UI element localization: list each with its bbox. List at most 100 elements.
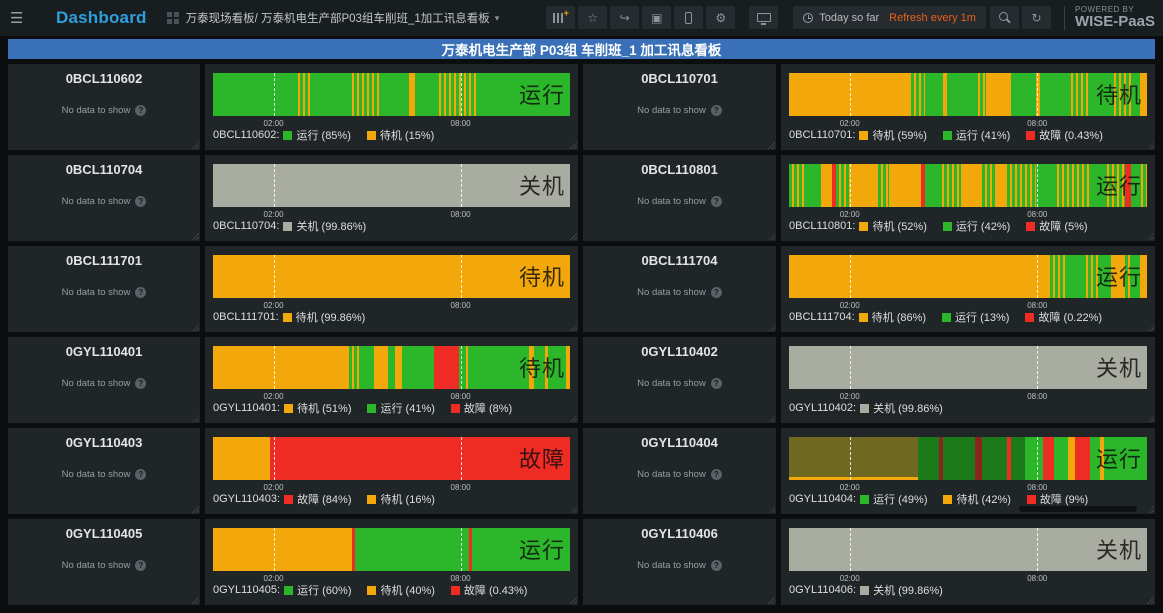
resize-handle[interactable] (1147, 233, 1154, 240)
status-timeline-bar[interactable] (789, 528, 1147, 571)
legend-item[interactable]: 运行 (85%) (283, 127, 350, 143)
help-icon[interactable]: ? (711, 196, 722, 207)
resize-handle[interactable] (768, 597, 775, 604)
refresh-button[interactable]: ↻ (1022, 6, 1051, 29)
resize-handle[interactable] (1147, 324, 1154, 331)
legend-item[interactable]: 故障 (0.22%) (1025, 309, 1102, 325)
help-icon[interactable]: ? (135, 287, 146, 298)
panel-title[interactable]: 0GYL110404 (583, 435, 776, 450)
panel-title[interactable]: 0BCL110801 (583, 162, 776, 177)
legend-item[interactable]: 关机 (99.86%) (860, 400, 943, 416)
panel-title[interactable]: 0BCL110704 (8, 162, 200, 177)
resize-handle[interactable] (570, 142, 577, 149)
legend-item[interactable]: 故障 (0.43%) (451, 582, 528, 598)
help-icon[interactable]: ? (711, 105, 722, 116)
resize-handle[interactable] (1147, 415, 1154, 422)
legend-item[interactable]: 待机 (52%) (859, 218, 926, 234)
resize-handle[interactable] (192, 415, 199, 422)
resize-handle[interactable] (570, 233, 577, 240)
panel-title[interactable]: 0BCL111704 (583, 253, 776, 268)
settings-button[interactable]: ⚙ (706, 6, 735, 29)
legend-item[interactable]: 待机 (40%) (367, 582, 434, 598)
resize-handle[interactable] (768, 506, 775, 513)
resize-handle[interactable] (192, 324, 199, 331)
help-icon[interactable]: ? (135, 378, 146, 389)
legend-item[interactable]: 运行 (41%) (943, 127, 1010, 143)
app-logo[interactable]: Dashboard (56, 8, 147, 28)
chevron-down-icon[interactable]: ▾ (495, 13, 500, 24)
legend-item[interactable]: 运行 (49%) (860, 491, 927, 507)
help-icon[interactable]: ? (135, 196, 146, 207)
help-icon[interactable]: ? (711, 378, 722, 389)
legend-item[interactable]: 关机 (99.86%) (283, 218, 366, 234)
legend-item[interactable]: 待机 (86%) (859, 309, 926, 325)
star-button[interactable]: ☆ (578, 6, 607, 29)
legend-item[interactable]: 故障 (0.43%) (1026, 127, 1103, 143)
horizontal-scrollbar-thumb[interactable] (1019, 506, 1137, 512)
resize-handle[interactable] (768, 324, 775, 331)
share-button[interactable]: ↪ (610, 6, 639, 29)
breadcrumb[interactable]: 万泰现场看板/ 万泰机电生产部P03组车削班_1加工讯息看板 (186, 10, 490, 26)
resize-handle[interactable] (1147, 597, 1154, 604)
help-icon[interactable]: ? (711, 560, 722, 571)
resize-handle[interactable] (1147, 142, 1154, 149)
resize-handle[interactable] (192, 597, 199, 604)
panel-title[interactable]: 0BCL111701 (8, 253, 200, 268)
status-timeline-bar[interactable] (213, 255, 570, 298)
resize-handle[interactable] (768, 233, 775, 240)
legend-item[interactable]: 运行 (60%) (284, 582, 351, 598)
legend-item[interactable]: 待机 (16%) (367, 491, 434, 507)
resize-handle[interactable] (768, 142, 775, 149)
zoom-out-button[interactable] (990, 6, 1019, 29)
mobile-view-button[interactable] (674, 6, 703, 29)
help-icon[interactable]: ? (711, 469, 722, 480)
resize-handle[interactable] (192, 233, 199, 240)
resize-handle[interactable] (192, 506, 199, 513)
legend-item[interactable]: 运行 (41%) (367, 400, 434, 416)
legend-item[interactable]: 运行 (13%) (942, 309, 1009, 325)
help-icon[interactable]: ? (135, 560, 146, 571)
resize-handle[interactable] (192, 142, 199, 149)
legend-item[interactable]: 故障 (8%) (451, 400, 512, 416)
help-icon[interactable]: ? (711, 287, 722, 298)
status-timeline-bar[interactable] (213, 164, 570, 207)
legend-item[interactable]: 故障 (5%) (1026, 218, 1087, 234)
status-timeline-bar[interactable] (789, 73, 1147, 116)
resize-handle[interactable] (1147, 506, 1154, 513)
resize-handle[interactable] (768, 415, 775, 422)
legend-item[interactable]: 待机 (51%) (284, 400, 351, 416)
tv-mode-button[interactable] (749, 6, 778, 29)
resize-handle[interactable] (570, 415, 577, 422)
status-timeline-bar[interactable] (213, 73, 570, 116)
status-timeline-bar[interactable] (213, 346, 570, 389)
help-icon[interactable]: ? (135, 105, 146, 116)
legend-item[interactable]: 待机 (59%) (859, 127, 926, 143)
help-icon[interactable]: ? (135, 469, 146, 480)
legend-item[interactable]: 故障 (9%) (1027, 491, 1088, 507)
status-timeline-bar[interactable] (789, 255, 1147, 298)
panel-title[interactable]: 0GYL110405 (8, 526, 200, 541)
status-timeline-bar[interactable] (213, 528, 570, 571)
legend-item[interactable]: 待机 (99.86%) (283, 309, 366, 325)
panel-title[interactable]: 0GYL110406 (583, 526, 776, 541)
panel-title[interactable]: 0BCL110602 (8, 71, 200, 86)
legend-item[interactable]: 待机 (15%) (367, 127, 434, 143)
panel-title[interactable]: 0BCL110701 (583, 71, 776, 86)
resize-handle[interactable] (570, 597, 577, 604)
status-timeline-bar[interactable] (789, 437, 1147, 480)
save-button[interactable]: ▣ (642, 6, 671, 29)
legend-item[interactable]: 故障 (84%) (284, 491, 351, 507)
status-timeline-bar[interactable] (789, 346, 1147, 389)
status-timeline-bar[interactable] (789, 164, 1147, 207)
panel-title[interactable]: 0GYL110403 (8, 435, 200, 450)
panel-title[interactable]: 0GYL110401 (8, 344, 200, 359)
panel-title[interactable]: 0GYL110402 (583, 344, 776, 359)
resize-handle[interactable] (570, 324, 577, 331)
add-panel-button[interactable]: + (546, 6, 575, 29)
legend-item[interactable]: 待机 (42%) (943, 491, 1010, 507)
legend-item[interactable]: 运行 (42%) (943, 218, 1010, 234)
status-timeline-bar[interactable] (213, 437, 570, 480)
time-range-picker[interactable]: Today so far Refresh every 1m (793, 6, 986, 29)
legend-item[interactable]: 关机 (99.86%) (860, 582, 943, 598)
resize-handle[interactable] (570, 506, 577, 513)
